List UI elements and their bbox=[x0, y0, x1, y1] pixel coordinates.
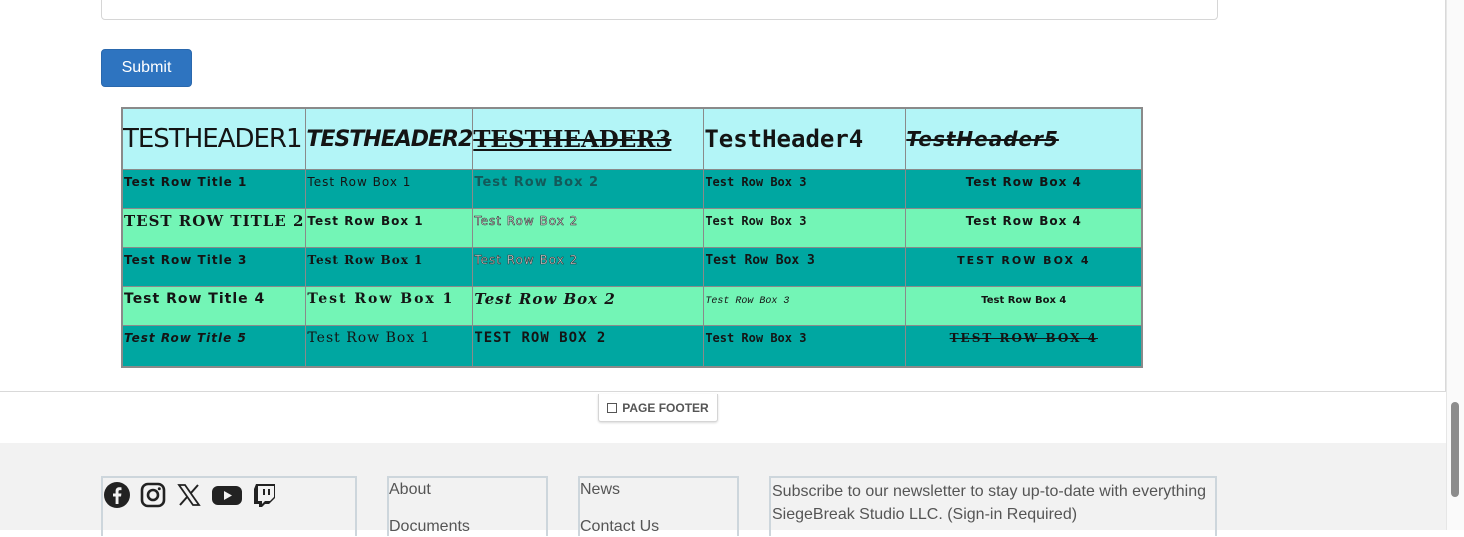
table-cell: Test Row Box 2 bbox=[472, 286, 705, 326]
table-cell: Test Row Title 3 bbox=[121, 247, 307, 287]
table-header: TestHeader4 bbox=[703, 107, 907, 170]
table-cell: Test Row Box 3 bbox=[703, 286, 907, 326]
vertical-scrollbar[interactable] bbox=[1446, 0, 1464, 530]
table-header-row: TESTHEADER1 TESTHEADER2 TESTHEADER3 Test… bbox=[121, 107, 1143, 170]
table-cell: Test Row Box 1 bbox=[305, 247, 474, 287]
table-cell: Test Row Title 4 bbox=[121, 286, 307, 326]
form-textarea[interactable] bbox=[101, 0, 1218, 20]
table-row: Test Row Title 5 Test Row Box 1 TEST ROW… bbox=[121, 325, 1143, 367]
table-row: Test Row Title 1 Test Row Box 1 Test Row… bbox=[121, 169, 1143, 209]
scrollbar-thumb[interactable] bbox=[1451, 402, 1459, 497]
table-cell: TEST ROW BOX 4 bbox=[905, 325, 1143, 367]
page-footer-label: PAGE FOOTER bbox=[622, 400, 709, 415]
table-cell: Test Row Box 2 bbox=[472, 247, 705, 287]
table-row: Test Row Title 4 Test Row Box 1 Test Row… bbox=[121, 286, 1143, 326]
instagram-icon[interactable] bbox=[139, 481, 167, 509]
footer-link-about[interactable]: About bbox=[389, 480, 546, 500]
test-table: TESTHEADER1 TESTHEADER2 TESTHEADER3 Test… bbox=[121, 107, 1144, 368]
table-header: TESTHEADER2 bbox=[305, 107, 474, 170]
table-cell: Test Row Box 3 bbox=[703, 325, 907, 367]
table-row: Test Row Title 3 Test Row Box 1 Test Row… bbox=[121, 247, 1143, 287]
table-cell: TEST ROW TITLE 2 bbox=[121, 208, 307, 248]
footer-link-documents[interactable]: Documents bbox=[389, 517, 546, 537]
table-cell: Test Row Box 4 bbox=[905, 208, 1143, 248]
twitch-icon[interactable] bbox=[251, 481, 279, 509]
footer-links-col2: News Contact Us bbox=[578, 476, 739, 536]
table-header: TestHeader5 bbox=[905, 107, 1143, 170]
table-cell: Test Row Box 1 bbox=[305, 286, 474, 326]
table-header: TESTHEADER1 bbox=[121, 107, 307, 170]
table-cell: Test Row Box 1 bbox=[305, 208, 474, 248]
footer-link-news[interactable]: News bbox=[580, 480, 737, 500]
table-cell: Test Row Box 1 bbox=[305, 169, 474, 209]
table-cell: Test Row Box 3 bbox=[703, 208, 907, 248]
table-cell: Test Row Box 3 bbox=[703, 247, 907, 287]
footer-links-col1: About Documents bbox=[387, 476, 548, 536]
table-cell: Test Row Box 1 bbox=[305, 325, 474, 367]
newsletter-box: Subscribe to our newsletter to stay up-t… bbox=[769, 476, 1217, 536]
page-footer-tab[interactable]: PAGE FOOTER bbox=[598, 394, 718, 422]
footer-link-contact[interactable]: Contact Us bbox=[580, 517, 737, 537]
table-cell: Test Row Box 4 bbox=[905, 286, 1143, 326]
table-cell: TEST ROW BOX 2 bbox=[472, 325, 705, 367]
x-icon[interactable] bbox=[175, 481, 203, 509]
main-content: Submit TESTHEADER1 TESTHEADER2 TESTHEADE… bbox=[0, 0, 1446, 392]
social-links bbox=[101, 476, 357, 536]
table-row: TEST ROW TITLE 2 Test Row Box 1 Test Row… bbox=[121, 208, 1143, 248]
table-cell: TEST ROW BOX 4 bbox=[905, 247, 1143, 287]
table-cell: Test Row Box 2 bbox=[472, 208, 705, 248]
newsletter-text: Subscribe to our newsletter to stay up-t… bbox=[772, 483, 1206, 523]
square-icon bbox=[607, 402, 618, 413]
youtube-icon[interactable] bbox=[211, 481, 243, 509]
table-cell: Test Row Box 3 bbox=[703, 169, 907, 209]
table-cell: Test Row Title 1 bbox=[121, 169, 307, 209]
table-cell: Test Row Box 2 bbox=[472, 169, 705, 209]
facebook-icon[interactable] bbox=[103, 481, 131, 509]
table-cell: Test Row Box 4 bbox=[905, 169, 1143, 209]
table-header: TESTHEADER3 bbox=[472, 107, 705, 170]
submit-button[interactable]: Submit bbox=[101, 49, 192, 87]
table-cell: Test Row Title 5 bbox=[121, 325, 307, 367]
